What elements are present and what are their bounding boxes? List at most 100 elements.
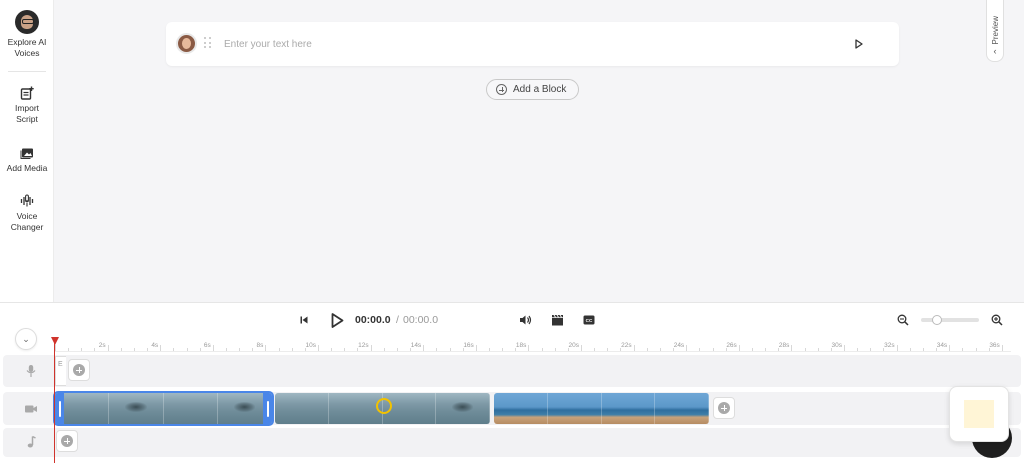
ruler-tick: [186, 348, 188, 351]
ruler-tick: [436, 348, 438, 351]
preview-thumbnail: [964, 400, 994, 428]
video-clip-3[interactable]: [494, 393, 709, 424]
mouse-cursor-highlight: [376, 398, 392, 414]
ruler-tick: [160, 345, 162, 351]
sidebar-item-add-media[interactable]: Add Media: [0, 146, 54, 174]
ruler-tick: [173, 348, 175, 351]
ruler-tick: [423, 345, 425, 351]
ruler-label: 18s: [515, 342, 527, 349]
ruler-label: 28s: [778, 342, 790, 349]
script-text-input[interactable]: [224, 34, 824, 54]
add-block-button[interactable]: Add a Block: [486, 79, 579, 100]
video-camera-icon: [25, 405, 37, 413]
chevron-left-icon: ‹: [993, 46, 997, 56]
clip-trim-handle-right[interactable]: [263, 393, 272, 424]
ruler-label: 6s: [203, 342, 211, 349]
music-track[interactable]: [3, 428, 1021, 457]
clip-trim-handle-left[interactable]: [55, 393, 64, 424]
ruler-tick: [331, 348, 333, 351]
plus-circle-icon: [73, 364, 85, 376]
ruler-tick: [199, 348, 201, 351]
ruler-tick: [133, 348, 135, 351]
ruler-tick: [488, 348, 490, 351]
sidebar-item-label: Explore AI Voices: [7, 37, 47, 58]
sidebar-item-label: Add Media: [6, 163, 48, 173]
ruler-tick: [699, 348, 701, 351]
ruler-label: 26s: [726, 342, 737, 349]
sidebar-item-explore-ai-voices[interactable]: Explore AI Voices: [0, 10, 54, 59]
clapperboard-icon[interactable]: [551, 314, 564, 326]
ruler-label: 22s: [621, 342, 632, 349]
ruler-tick: [738, 345, 740, 351]
import-script-icon: [20, 86, 34, 100]
voice-track[interactable]: [3, 355, 1021, 387]
transport-bar: 00:00.0 / 00:00.0 CC: [0, 303, 1024, 337]
voice-changer-icon: [20, 194, 34, 207]
collapse-timeline-button[interactable]: ⌄: [15, 328, 37, 350]
ruler-tick: [791, 345, 793, 351]
drag-handle-icon[interactable]: [204, 37, 212, 49]
chevron-down-icon: ⌄: [22, 333, 30, 344]
ruler-tick: [607, 348, 609, 351]
ruler-tick: [817, 348, 819, 351]
ruler-tick: [278, 348, 280, 351]
sidebar-item-import-script[interactable]: Import Script: [0, 86, 54, 125]
ruler-tick: [765, 348, 767, 351]
ruler-tick: [120, 348, 122, 351]
microphone-icon: [26, 365, 36, 377]
sidebar-item-label: Import Script: [14, 103, 40, 124]
ruler-tick: [686, 345, 688, 351]
ruler-tick: [594, 348, 596, 351]
ruler-label: 32s: [884, 342, 895, 349]
closed-captions-icon[interactable]: CC: [583, 314, 595, 326]
preview-label: Preview: [990, 15, 1000, 44]
speaker-avatar[interactable]: [176, 33, 197, 54]
ruler-tick: [449, 348, 451, 351]
volume-icon[interactable]: [519, 314, 532, 326]
skip-to-start-icon[interactable]: [299, 315, 309, 325]
ruler-tick: [949, 345, 951, 351]
ruler-tick: [581, 345, 582, 351]
zoom-slider-thumb[interactable]: [932, 315, 942, 325]
ruler-label: 4s: [151, 342, 159, 349]
play-icon[interactable]: [330, 312, 345, 329]
ruler-tick: [396, 348, 398, 351]
preview-tab[interactable]: Preview ‹: [986, 0, 1004, 62]
zoom-slider[interactable]: [921, 315, 979, 325]
ruler-tick: [370, 345, 372, 351]
ruler-tick: [896, 345, 898, 351]
timeline-ruler[interactable]: 2s 4s 6s 8s 10s 12s 14s 16s 18s 20s 22s 24s 26s 28s 30…: [55, 338, 1011, 352]
voice-clip-stub[interactable]: E: [55, 356, 66, 386]
voice-avatar-icon: [15, 10, 39, 34]
svg-text:CC: CC: [586, 318, 593, 323]
ruler-tick: [344, 348, 346, 351]
sidebar-item-voice-changer[interactable]: Voice Changer: [0, 194, 54, 233]
playhead[interactable]: [51, 337, 59, 463]
plus-circle-icon: [718, 402, 730, 414]
add-voice-clip-button[interactable]: [68, 359, 90, 381]
ruler-tick: [55, 345, 56, 351]
play-block-icon[interactable]: [854, 38, 864, 50]
ruler-tick: [68, 348, 70, 351]
zoom-in-icon[interactable]: [991, 314, 1003, 326]
ruler-tick: [870, 348, 872, 351]
ruler-label: 36s: [989, 342, 1000, 349]
ruler-tick: [475, 345, 477, 351]
ruler-tick: [962, 348, 964, 351]
ruler-tick: [712, 348, 714, 351]
sidebar-item-label: Voice Changer: [10, 211, 44, 232]
ruler-tick: [265, 345, 267, 351]
sidebar: Explore AI Voices Import Script Add Medi…: [0, 0, 54, 302]
video-clip-1[interactable]: [53, 391, 274, 426]
video-preview-card[interactable]: [949, 386, 1009, 442]
add-video-clip-button[interactable]: [713, 397, 735, 419]
add-block-label: Add a Block: [513, 84, 567, 95]
ruler-tick: [528, 345, 530, 351]
add-music-clip-button[interactable]: [56, 430, 78, 452]
zoom-out-icon[interactable]: [897, 314, 909, 326]
ruler-label: 30s: [831, 342, 842, 349]
ruler-label: 24s: [673, 342, 685, 349]
ruler-tick: [554, 348, 556, 351]
app-root: Explore AI Voices Import Script Add Medi…: [0, 0, 1024, 463]
ruler-tick: [225, 348, 227, 351]
